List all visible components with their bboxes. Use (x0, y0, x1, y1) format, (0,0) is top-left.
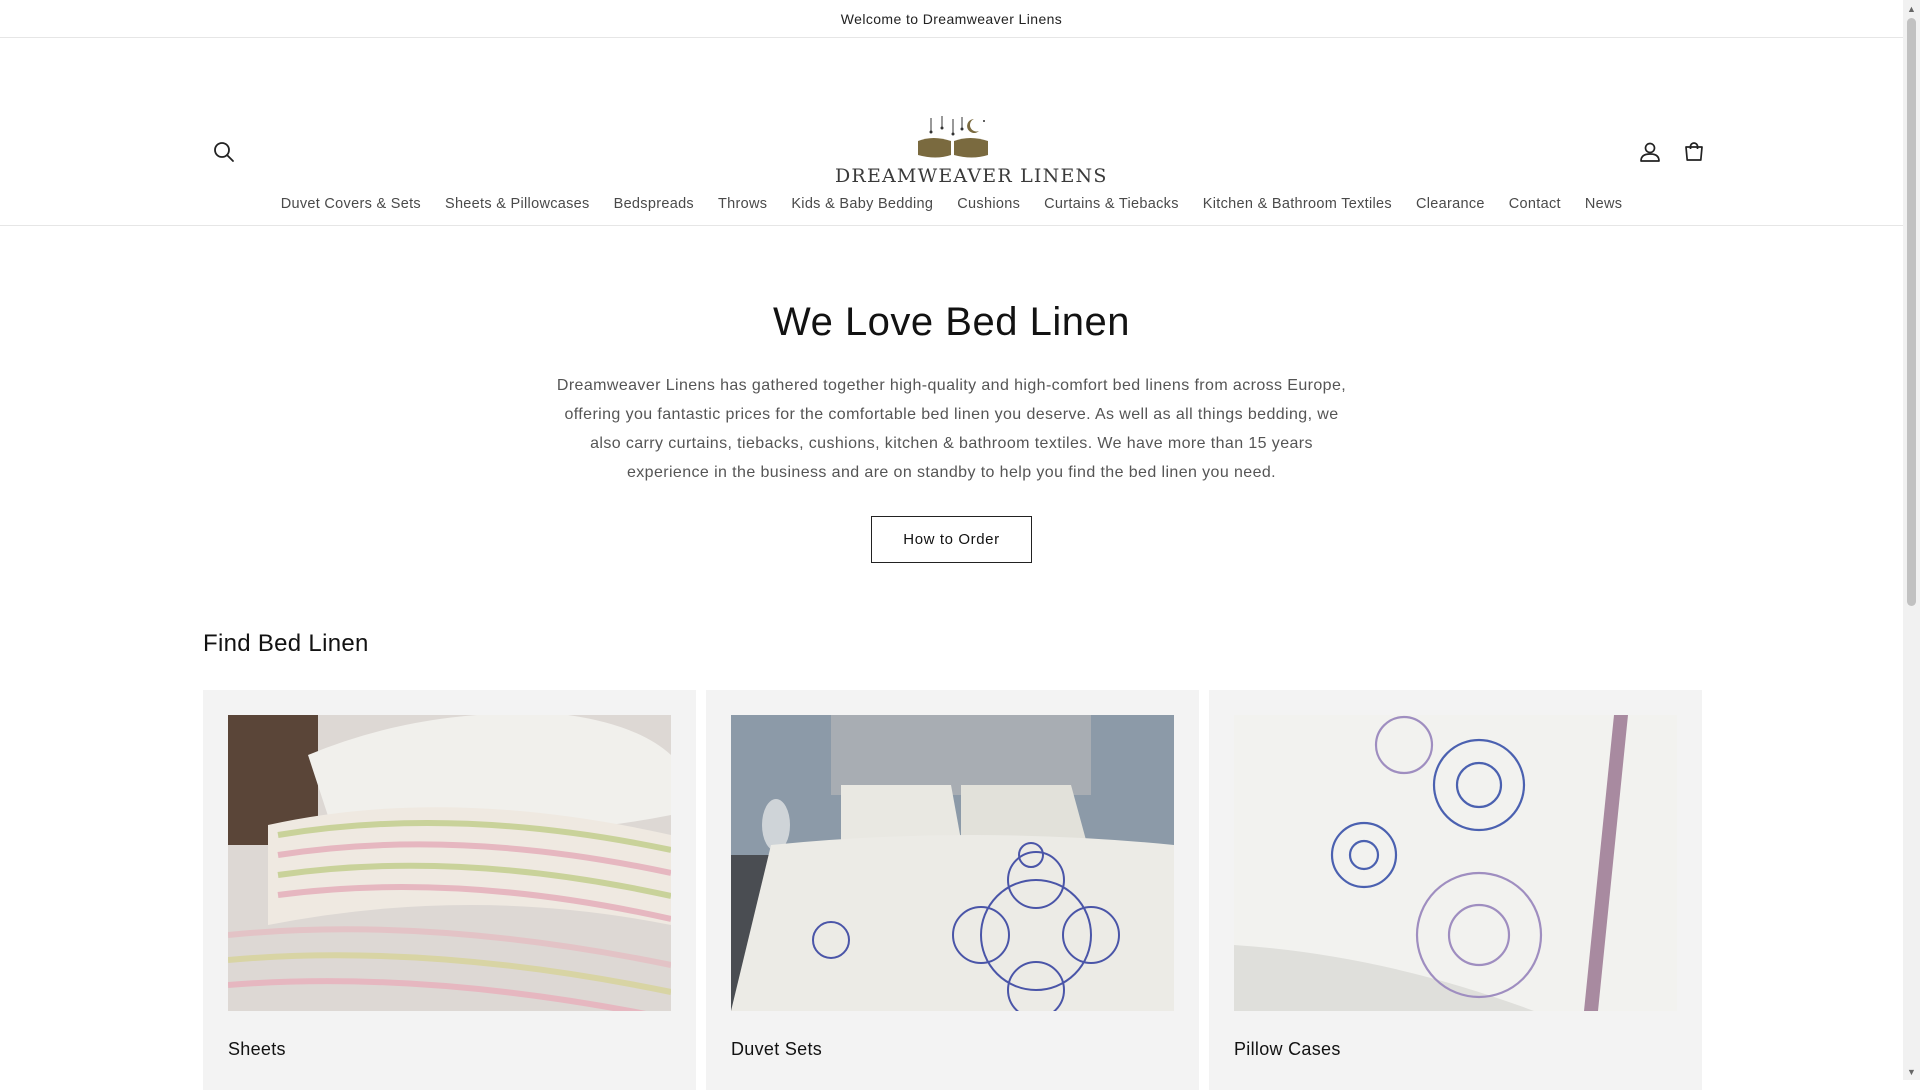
nav-item-curtains-tiebacks[interactable]: Curtains & Tiebacks (1032, 196, 1191, 212)
site-logo[interactable]: DREAMWEAVER LINENS (835, 113, 1108, 193)
account-button[interactable] (1637, 139, 1663, 165)
logo-text: DREAMWEAVER LINENS (835, 165, 1108, 187)
nav-item-throws[interactable]: Throws (706, 196, 779, 212)
cart-button[interactable] (1681, 139, 1707, 165)
hero-title: We Love Bed Linen (773, 300, 1130, 344)
nav-item-contact[interactable]: Contact (1497, 196, 1573, 212)
nav-item-bedspreads[interactable]: Bedspreads (602, 196, 706, 212)
collection-image-sheets (228, 715, 671, 1011)
announcement-text: Welcome to Dreamweaver Linens (840, 10, 1063, 27)
user-icon (1640, 142, 1660, 162)
search-button[interactable] (211, 139, 237, 165)
collection-label-pillow-cases: Pillow Cases (1234, 1039, 1341, 1059)
announcement-bar: Welcome to Dreamweaver Linens (0, 0, 1920, 38)
collection-list: Sheets Duvet Sets Pillow Cases (203, 690, 1702, 1090)
collection-card-pillow-cases[interactable]: Pillow Cases (1209, 690, 1702, 1090)
collection-label-duvet-sets: Duvet Sets (731, 1039, 823, 1059)
hero-section: We Love Bed Linen Dreamweaver Linens has… (0, 300, 1920, 563)
scrollbar-thumb[interactable] (1907, 18, 1916, 606)
collection-image-duvet-sets (731, 715, 1174, 1011)
search-icon (214, 142, 234, 162)
nav-item-cushions[interactable]: Cushions (945, 196, 1032, 212)
nav-item-sheets-pillowcases[interactable]: Sheets & Pillowcases (433, 196, 602, 212)
nav-item-clearance[interactable]: Clearance (1404, 196, 1497, 212)
collection-image-pillow-cases (1234, 715, 1677, 1011)
logo-emblem (917, 116, 988, 158)
collection-card-sheets[interactable]: Sheets (203, 690, 696, 1090)
scroll-up-arrow-icon[interactable]: ▲ (1903, 0, 1920, 17)
site-header: DREAMWEAVER LINENS (0, 38, 1920, 187)
page-scrollbar[interactable]: ▲ ▼ (1903, 0, 1920, 1080)
collections-title: Find Bed Linen (203, 630, 369, 657)
nav-item-kitchen-bathroom-textiles[interactable]: Kitchen & Bathroom Textiles (1191, 196, 1404, 212)
nav-item-duvet-covers-sets[interactable]: Duvet Covers & Sets (269, 196, 433, 212)
collection-card-duvet-sets[interactable]: Duvet Sets (706, 690, 1199, 1090)
how-to-order-button[interactable]: How to Order (871, 516, 1032, 563)
nav-item-news[interactable]: News (1573, 196, 1634, 212)
collection-label-sheets: Sheets (228, 1039, 286, 1059)
hero-text: Dreamweaver Linens has gathered together… (556, 377, 1347, 481)
cart-icon (1685, 142, 1703, 161)
nav-item-kids-baby-bedding[interactable]: Kids & Baby Bedding (779, 196, 945, 212)
scroll-down-arrow-icon[interactable]: ▼ (1903, 1063, 1920, 1080)
